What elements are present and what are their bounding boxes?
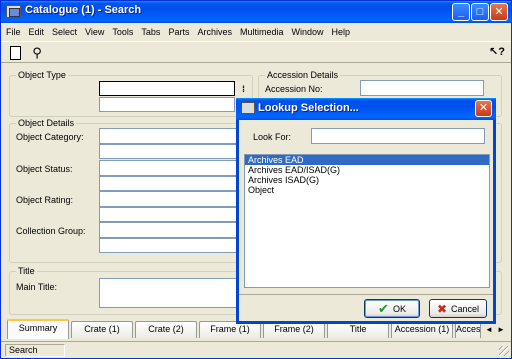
menu-tabs[interactable]: Tabs <box>141 27 160 37</box>
menu-edit[interactable]: Edit <box>29 27 45 37</box>
object-type-group: Object Type ⁞ <box>9 70 253 117</box>
checkmark-icon: ✔ <box>378 301 389 316</box>
main-window: Catalogue (1) - Search _ □ ✕ File Edit S… <box>0 0 512 359</box>
resize-grip[interactable] <box>499 346 509 356</box>
menu-parts[interactable]: Parts <box>168 27 189 37</box>
maximize-button[interactable]: □ <box>471 3 489 21</box>
object-rating-description <box>99 207 247 222</box>
menu-help[interactable]: Help <box>332 27 351 37</box>
tab-crate-1[interactable]: Crate (1) <box>71 321 133 338</box>
tab-scroll-right-icon[interactable]: ► <box>496 324 506 335</box>
look-for-input[interactable] <box>311 128 485 144</box>
title-group-label: Title <box>16 266 37 276</box>
collection-group-field[interactable] <box>99 222 247 238</box>
lookup-icon[interactable]: ⁞ <box>238 83 249 96</box>
dialog-app-icon <box>241 102 255 114</box>
look-for-label: Look For: <box>253 132 292 142</box>
tab-crate-2[interactable]: Crate (2) <box>135 321 197 338</box>
whats-this-help-icon[interactable]: ↖? <box>489 45 505 60</box>
dialog-title-bar[interactable]: Lookup Selection... ✕ <box>236 98 496 120</box>
object-status-label: Object Status: <box>16 164 73 174</box>
main-title-field[interactable] <box>99 278 247 308</box>
object-details-group: Object Details Object Category: Object S… <box>9 118 253 263</box>
list-item[interactable]: Archives EAD/ISAD(G) <box>245 165 489 175</box>
close-button[interactable]: ✕ <box>490 3 508 21</box>
object-type-group-label: Object Type <box>16 70 68 80</box>
status-bar: Search <box>1 341 511 358</box>
menu-file[interactable]: File <box>6 27 21 37</box>
object-category-label: Object Category: <box>16 132 84 142</box>
cancel-button[interactable]: ✖ Cancel <box>429 299 487 318</box>
menu-view[interactable]: View <box>85 27 104 37</box>
accession-no-label: Accession No: <box>265 84 323 94</box>
menu-bar: File Edit Select View Tools Tabs Parts A… <box>1 23 511 41</box>
object-status-field[interactable] <box>99 160 247 176</box>
object-type-description <box>99 97 235 112</box>
menu-archives[interactable]: Archives <box>197 27 232 37</box>
collection-group-label: Collection Group: <box>16 226 86 236</box>
menu-multimedia[interactable]: Multimedia <box>240 27 284 37</box>
lookup-selection-dialog: Lookup Selection... ✕ Look For: Archives… <box>236 98 496 324</box>
menu-tools[interactable]: Tools <box>112 27 133 37</box>
toolbar: ⚲ ↖? <box>1 41 511 63</box>
accession-group-label: Accession Details <box>265 70 341 80</box>
object-category-field[interactable] <box>99 128 247 144</box>
object-category-description <box>99 144 247 159</box>
tab-scroll-left-icon[interactable]: ◄ <box>484 324 494 335</box>
object-details-group-label: Object Details <box>16 118 77 128</box>
cancel-button-label: Cancel <box>451 303 480 314</box>
object-type-field[interactable] <box>99 81 235 96</box>
lookup-listbox[interactable]: Archives EAD Archives EAD/ISAD(G) Archiv… <box>244 154 490 288</box>
object-rating-label: Object Rating: <box>16 195 74 205</box>
tab-summary[interactable]: Summary <box>7 319 69 339</box>
new-document-icon[interactable] <box>7 45 23 60</box>
ok-button[interactable]: ✔ OK <box>364 299 420 318</box>
main-title-label: Main Title: <box>16 282 58 292</box>
menu-select[interactable]: Select <box>52 27 77 37</box>
binoculars-icon[interactable]: ⚲ <box>29 45 45 60</box>
object-status-description <box>99 176 247 191</box>
collection-group-description <box>99 238 247 253</box>
window-title: Catalogue (1) - Search <box>25 4 142 16</box>
app-icon <box>6 5 21 18</box>
status-text: Search <box>5 344 65 357</box>
ok-button-label: OK <box>392 303 406 314</box>
list-item[interactable]: Archives EAD <box>245 155 489 165</box>
minimize-button[interactable]: _ <box>452 3 470 21</box>
dialog-title: Lookup Selection... <box>258 102 359 114</box>
dialog-separator <box>239 294 493 295</box>
menu-window[interactable]: Window <box>291 27 323 37</box>
list-item[interactable]: Object <box>245 185 489 195</box>
title-bar[interactable]: Catalogue (1) - Search _ □ ✕ <box>1 1 511 23</box>
object-rating-field[interactable] <box>99 191 247 207</box>
dialog-close-button[interactable]: ✕ <box>475 100 492 117</box>
list-item[interactable]: Archives ISAD(G) <box>245 175 489 185</box>
accession-no-field[interactable] <box>360 80 484 96</box>
cancel-x-icon: ✖ <box>436 301 448 316</box>
